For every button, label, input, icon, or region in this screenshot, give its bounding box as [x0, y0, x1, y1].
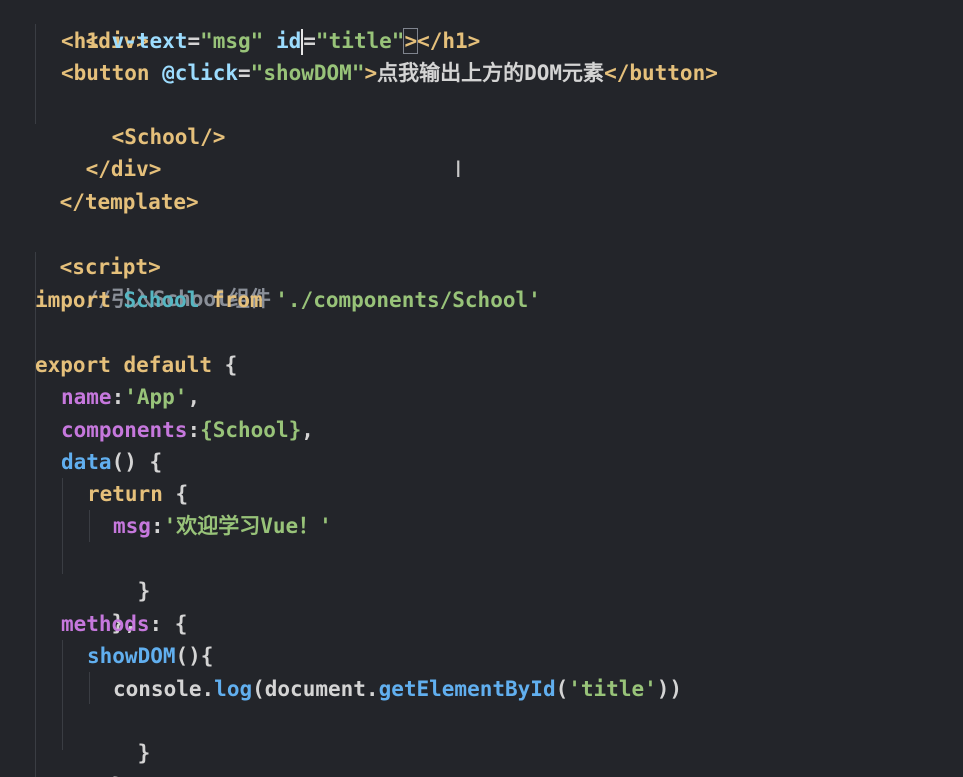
code-line[interactable]: //引入School组件: [35, 251, 271, 311]
code-line[interactable]: console.log(document.getElementById('tit…: [113, 673, 682, 705]
code-line[interactable]: </template>: [9, 154, 199, 214]
code-line[interactable]: msg:'欢迎学习Vue！': [113, 510, 332, 542]
code-line[interactable]: },: [61, 738, 137, 777]
indent-guide: [62, 478, 63, 574]
code-editor[interactable]: <div> <h1 v-text="msg" id="title"></h1> …: [0, 0, 963, 777]
code-line[interactable]: data() {: [61, 446, 162, 478]
code-line[interactable]: },: [61, 575, 137, 635]
code-line[interactable]: <h1 v-text="msg" id="title"></h1>: [61, 25, 480, 57]
code-line[interactable]: <button @click="showDOM">点我输出上方的DOM元素</b…: [61, 57, 718, 89]
code-line[interactable]: return {: [87, 478, 188, 510]
code-line[interactable]: <School/>: [61, 89, 226, 149]
code-line[interactable]: import School from './components/School': [35, 284, 541, 316]
text-cursor-icon: I: [455, 158, 462, 183]
code-line[interactable]: methods: {: [61, 608, 187, 640]
code-line[interactable]: showDOM(){: [87, 640, 213, 672]
indent-guide: [89, 510, 90, 542]
code-line[interactable]: </div>: [35, 121, 162, 181]
code-line[interactable]: name:'App',: [61, 381, 200, 413]
code-line[interactable]: <div>: [35, 0, 149, 53]
code-line[interactable]: }: [87, 705, 151, 765]
code-line[interactable]: components:{School},: [61, 414, 314, 446]
indent-guide: [89, 672, 90, 704]
code-line[interactable]: }: [87, 543, 151, 603]
code-line[interactable]: export default {: [35, 349, 237, 381]
code-line[interactable]: <script>: [9, 219, 161, 279]
